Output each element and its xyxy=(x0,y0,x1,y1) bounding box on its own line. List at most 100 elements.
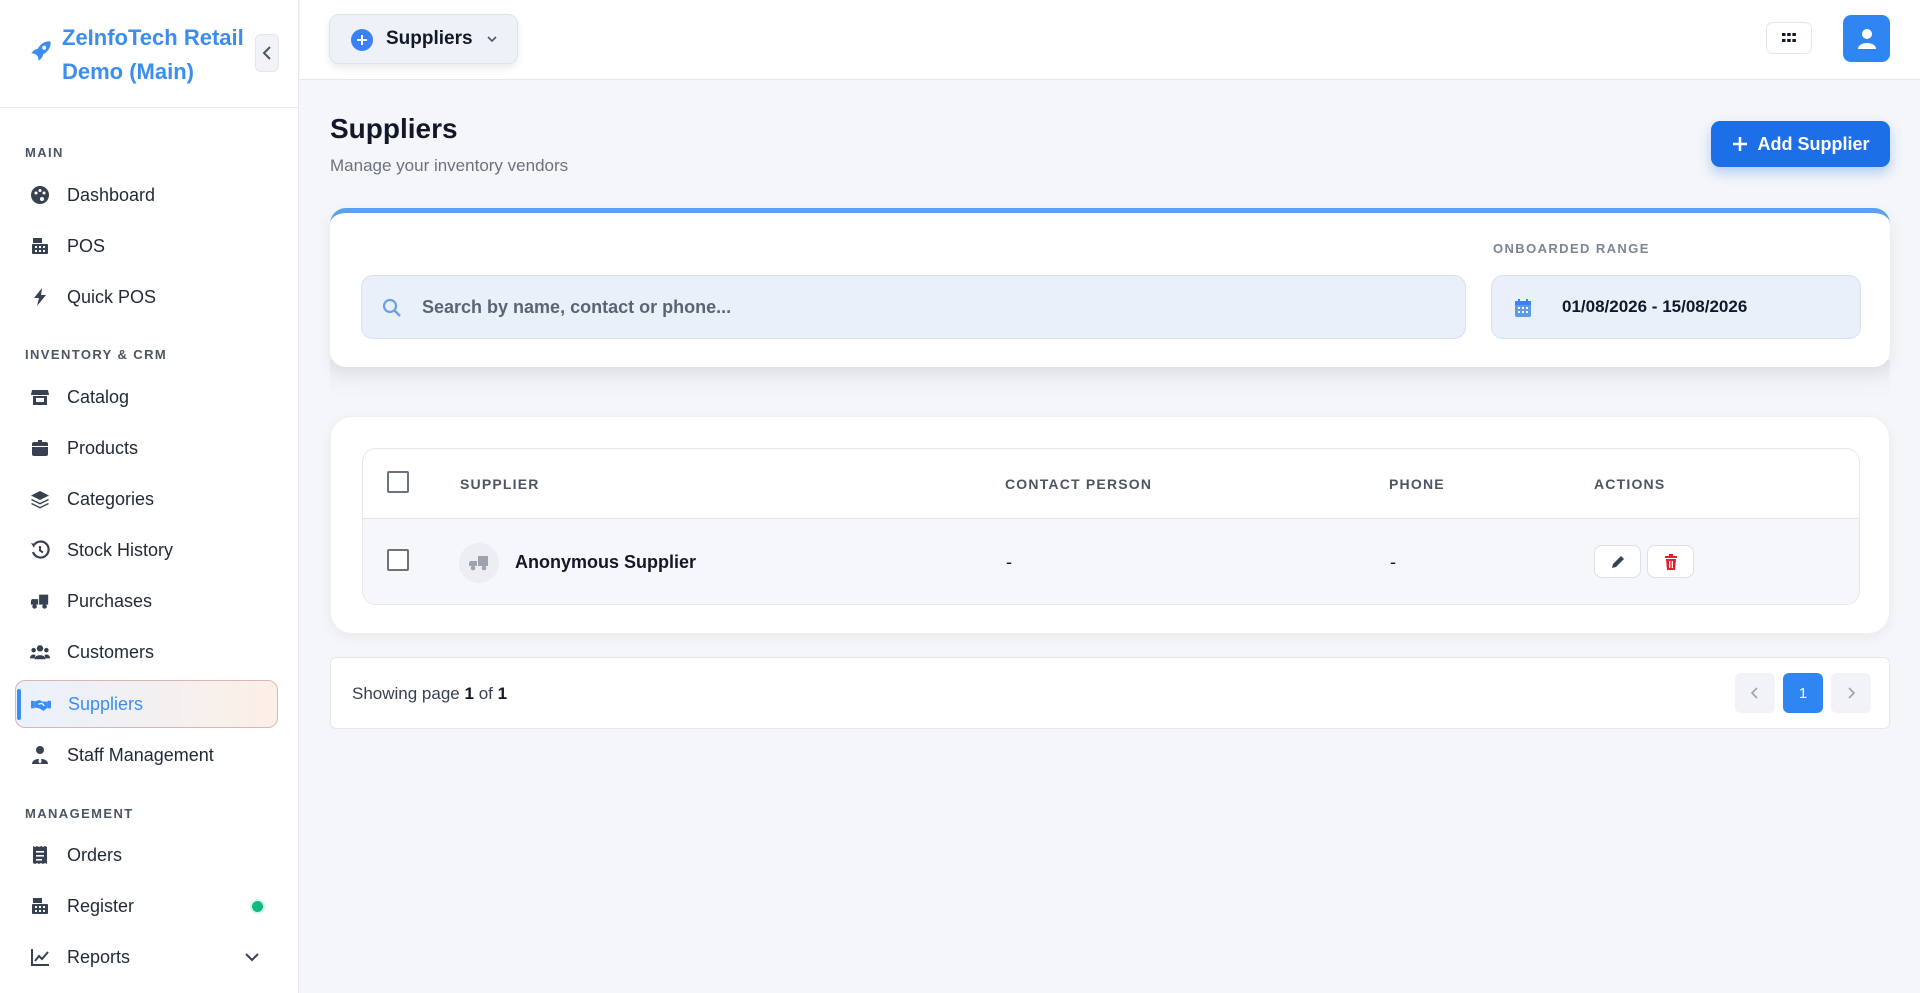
column-header-phone: PHONE xyxy=(1389,476,1445,492)
truck-icon xyxy=(30,591,50,611)
brand: ZeInfoTech Retail Demo (Main) xyxy=(0,0,298,108)
suppliers-table: SUPPLIER CONTACT PERSON PHONE ACTIONS An… xyxy=(362,448,1860,605)
sidebar-item-label: Staff Management xyxy=(67,744,214,765)
sidebar-collapse-button[interactable] xyxy=(255,34,279,72)
rocket-icon xyxy=(31,41,51,61)
top-bar: Suppliers xyxy=(300,0,1920,80)
sidebar-item-label: Quick POS xyxy=(67,286,157,307)
brand-name: ZeInfoTech Retail Demo (Main) xyxy=(62,25,244,84)
next-page-button[interactable] xyxy=(1831,673,1871,713)
apps-grid-button[interactable] xyxy=(1766,22,1812,54)
chevron-down-icon xyxy=(245,953,259,962)
context-label: Suppliers xyxy=(386,28,473,49)
table-header: SUPPLIER CONTACT PERSON PHONE ACTIONS xyxy=(363,449,1859,519)
sidebar-item-staff-management[interactable]: Staff Management xyxy=(15,731,278,779)
chart-line-icon xyxy=(30,947,50,967)
pagination-current: 1 xyxy=(464,684,474,703)
chevron-left-icon xyxy=(262,46,271,60)
column-header-contact: CONTACT PERSON xyxy=(1005,476,1153,492)
suppliers-table-card: SUPPLIER CONTACT PERSON PHONE ACTIONS An… xyxy=(330,416,1890,634)
history-icon xyxy=(30,540,50,560)
pagination-info: Showing page 1 of 1 xyxy=(352,684,507,704)
edit-button[interactable] xyxy=(1594,545,1641,578)
section-title-management: MANAGEMENT xyxy=(25,806,134,821)
sidebar: ZeInfoTech Retail Demo (Main) MAIN Dashb… xyxy=(0,0,299,993)
user-tie-icon xyxy=(30,745,50,765)
sidebar-item-register[interactable]: Register xyxy=(15,882,278,930)
bolt-icon xyxy=(30,287,50,307)
sidebar-item-dashboard[interactable]: Dashboard xyxy=(15,171,278,219)
search-input[interactable]: Search by name, contact or phone... xyxy=(361,275,1466,339)
pagination-bar: Showing page 1 of 1 1 xyxy=(330,657,1890,729)
table-row[interactable]: Anonymous Supplier - - xyxy=(363,519,1859,604)
sidebar-item-categories[interactable]: Categories xyxy=(15,475,278,523)
sidebar-item-quick-pos[interactable]: Quick POS xyxy=(15,273,278,321)
sidebar-item-orders[interactable]: Orders xyxy=(15,831,278,879)
date-range-picker[interactable]: 01/08/2026 - 15/08/2026 xyxy=(1491,275,1861,339)
row-checkbox[interactable] xyxy=(387,549,409,571)
cash-register-icon xyxy=(30,236,50,256)
sidebar-item-label: Categories xyxy=(67,488,155,509)
register-status-dot xyxy=(252,901,263,912)
column-header-actions: ACTIONS xyxy=(1594,476,1666,492)
add-supplier-button[interactable]: Add Supplier xyxy=(1711,121,1890,167)
pencil-icon xyxy=(1611,555,1624,568)
sidebar-item-products[interactable]: Products xyxy=(15,424,278,472)
palette-icon xyxy=(30,185,50,205)
sidebar-item-label: Purchases xyxy=(67,590,153,611)
sidebar-item-label: Dashboard xyxy=(67,184,156,205)
sidebar-item-label: Catalog xyxy=(67,386,130,407)
cash-register-icon xyxy=(30,896,50,916)
chevron-left-icon xyxy=(1750,687,1758,699)
filter-card: Search by name, contact or phone... ONBO… xyxy=(330,208,1890,367)
sidebar-item-label: Products xyxy=(67,437,139,458)
delete-button[interactable] xyxy=(1647,545,1694,578)
receipt-icon xyxy=(30,845,50,865)
store-icon xyxy=(30,387,50,407)
sidebar-item-label: Customers xyxy=(67,641,155,662)
phone: - xyxy=(1390,552,1396,572)
range-value: 01/08/2026 - 15/08/2026 xyxy=(1562,297,1748,316)
supplier-name: Anonymous Supplier xyxy=(515,552,697,572)
layers-icon xyxy=(30,489,50,509)
section-title-main: MAIN xyxy=(25,145,64,160)
context-switcher-button[interactable]: Suppliers xyxy=(329,14,518,64)
calendar-icon xyxy=(1515,299,1531,317)
sidebar-item-label: Suppliers xyxy=(68,693,144,714)
page-1-button[interactable]: 1 xyxy=(1783,673,1823,713)
pagination-prefix: Showing page xyxy=(352,684,460,703)
handshake-icon xyxy=(31,695,51,715)
plus-icon xyxy=(1732,137,1747,151)
users-icon xyxy=(30,642,50,662)
sidebar-item-pos[interactable]: POS xyxy=(15,222,278,270)
sidebar-item-label: Stock History xyxy=(67,539,174,560)
trash-icon xyxy=(1664,553,1677,570)
sidebar-item-purchases[interactable]: Purchases xyxy=(15,577,278,625)
section-title-inventory: INVENTORY & CRM xyxy=(25,347,168,362)
chevron-down-icon xyxy=(487,36,497,43)
pagination-total: 1 xyxy=(497,684,508,703)
contact-person: - xyxy=(1006,552,1012,572)
search-icon xyxy=(382,298,401,317)
plus-circle-icon xyxy=(351,29,373,51)
grid-icon xyxy=(1782,33,1796,42)
column-header-supplier: SUPPLIER xyxy=(460,476,540,492)
box-icon xyxy=(30,438,50,458)
sidebar-item-stock-history[interactable]: Stock History xyxy=(15,526,278,574)
user-menu-button[interactable] xyxy=(1843,15,1890,62)
sidebar-item-reports[interactable]: Reports xyxy=(15,933,278,981)
user-icon xyxy=(1857,28,1876,49)
page-title: Suppliers xyxy=(330,113,458,144)
search-placeholder: Search by name, contact or phone... xyxy=(422,297,732,317)
sidebar-item-customers[interactable]: Customers xyxy=(15,628,278,676)
range-label: ONBOARDED RANGE xyxy=(1493,241,1650,256)
sidebar-item-label: Register xyxy=(67,895,135,916)
pagination-of: of xyxy=(478,684,493,703)
select-all-checkbox[interactable] xyxy=(387,471,409,493)
page-subtitle: Manage your inventory vendors xyxy=(330,156,569,175)
sidebar-item-suppliers[interactable]: Suppliers xyxy=(15,680,278,728)
sidebar-item-label: Orders xyxy=(67,844,123,865)
previous-page-button[interactable] xyxy=(1735,673,1775,713)
add-supplier-label: Add Supplier xyxy=(1757,133,1870,154)
sidebar-item-catalog[interactable]: Catalog xyxy=(15,373,278,421)
